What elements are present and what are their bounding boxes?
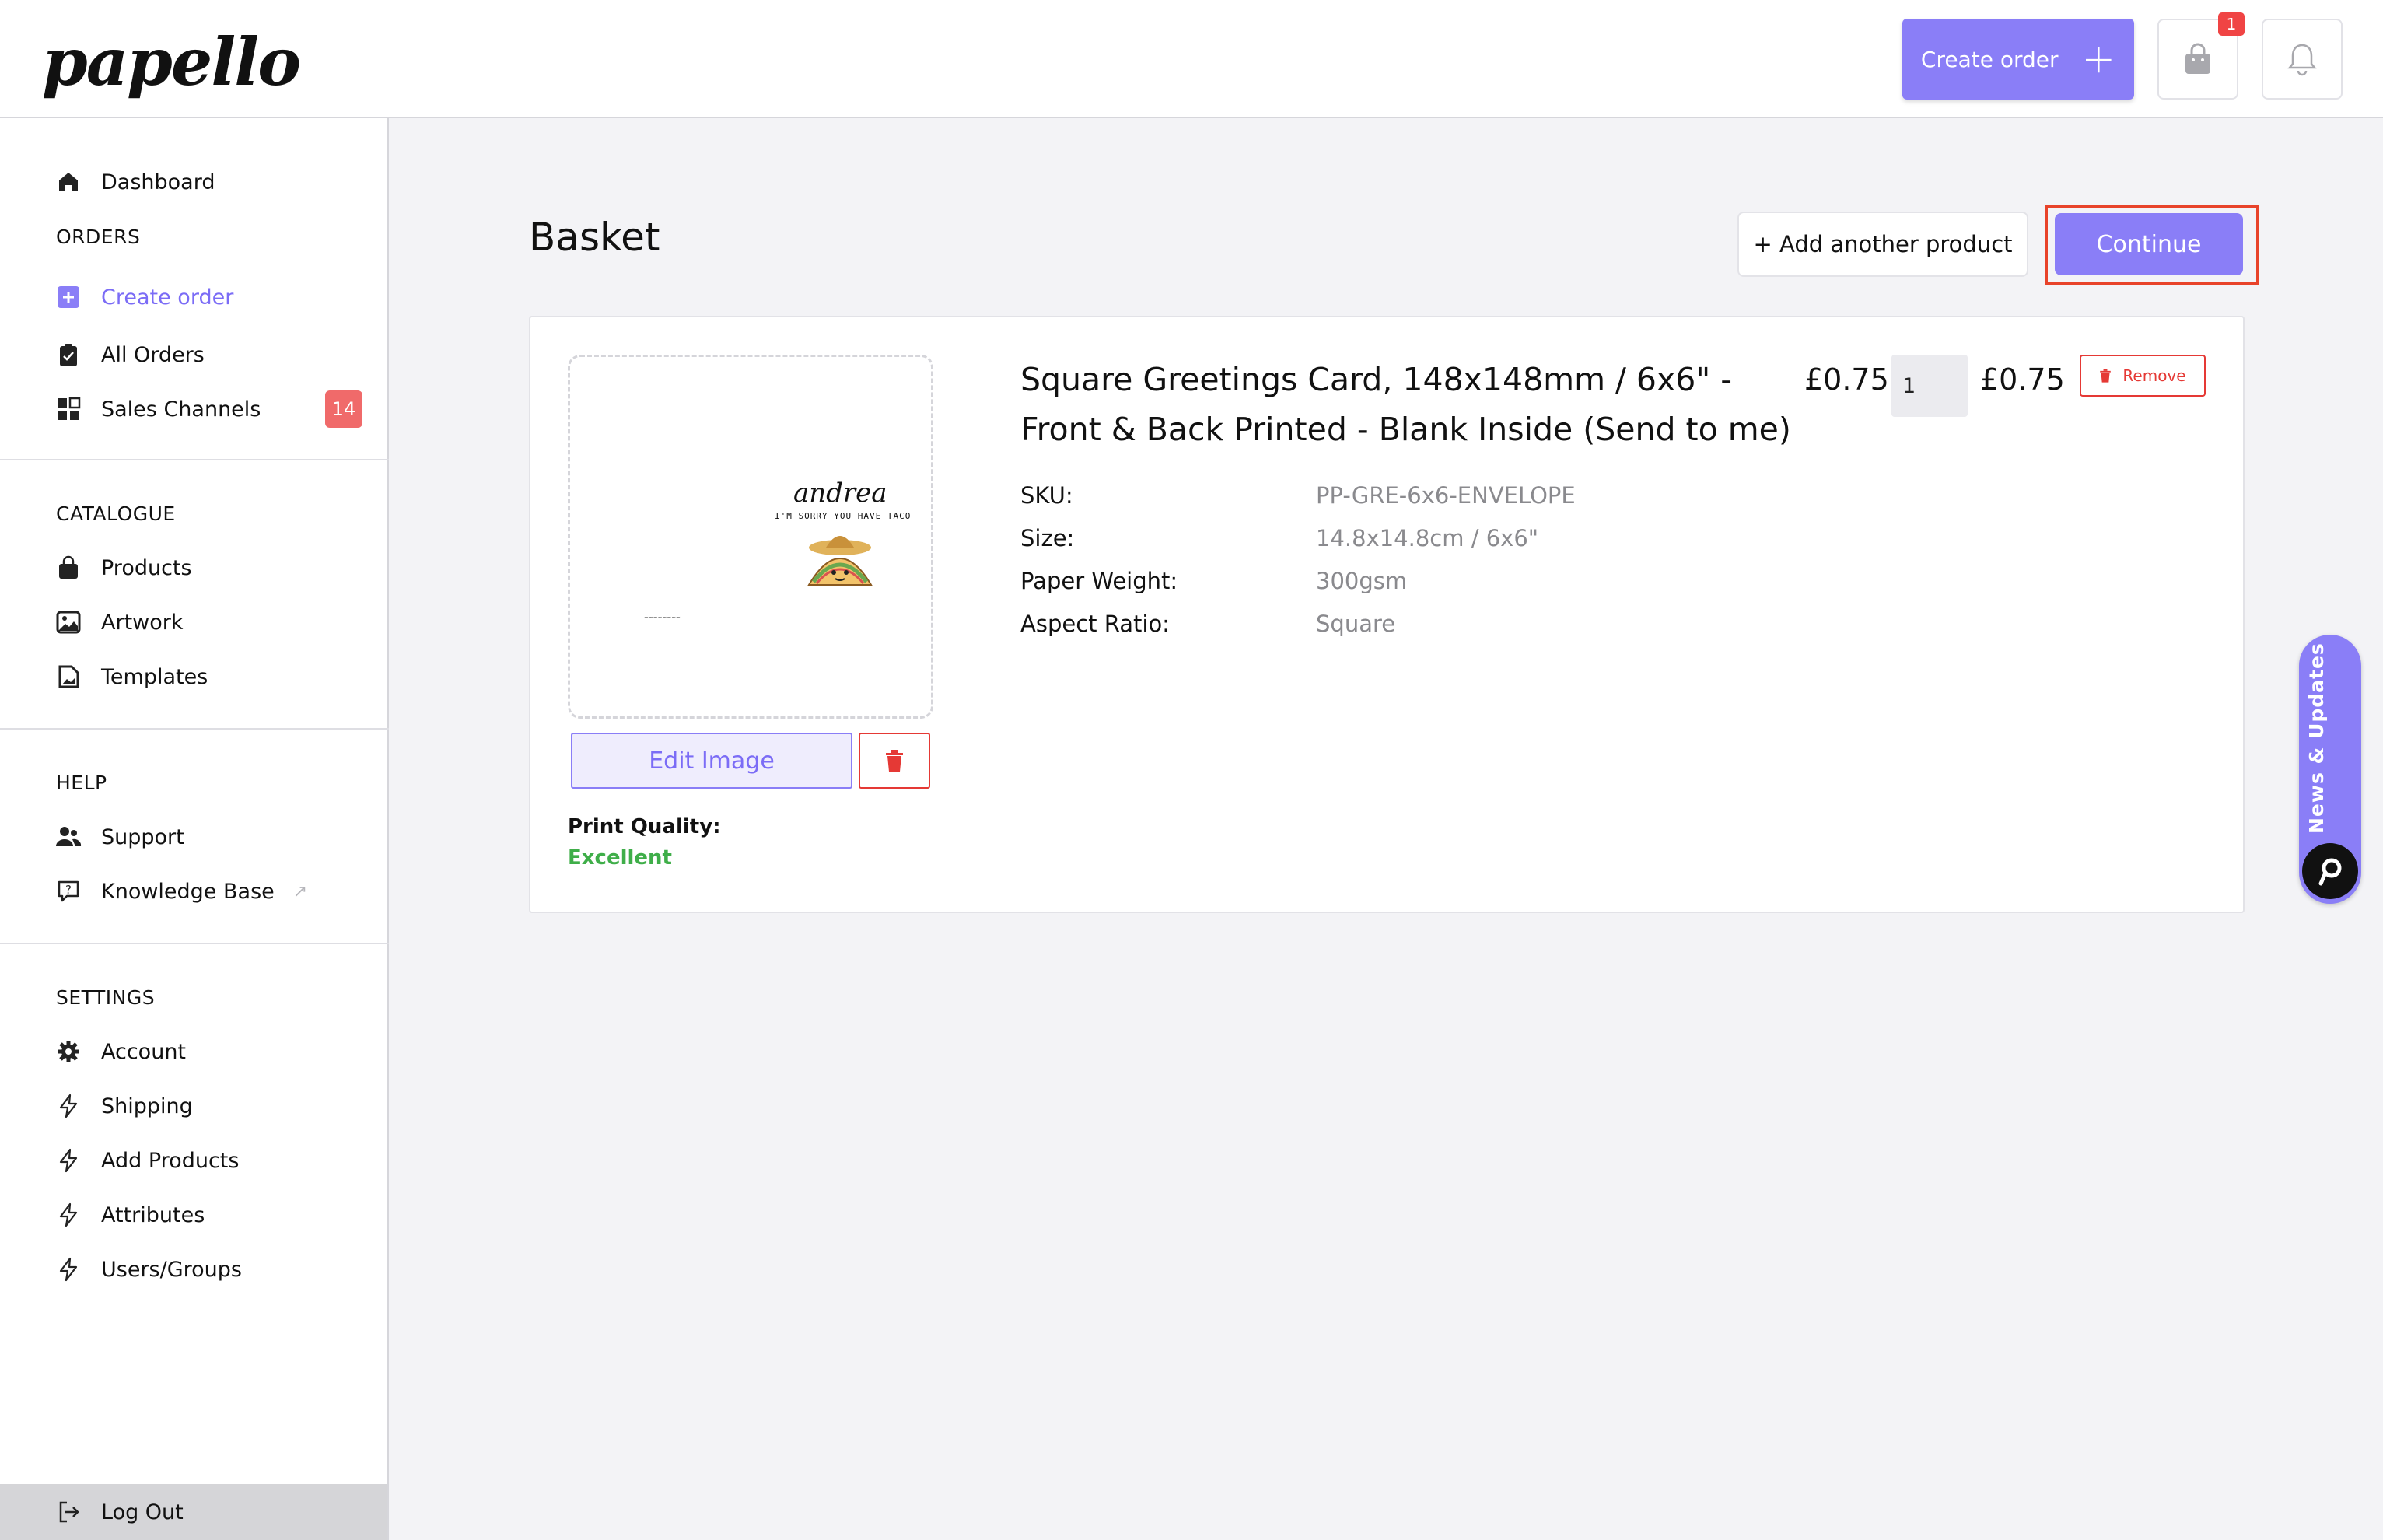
bolt-icon [54, 1255, 82, 1283]
remove-button[interactable]: Remove [2080, 355, 2206, 397]
sidebar-item-products[interactable]: Products [54, 551, 192, 585]
image-icon [54, 608, 82, 636]
plus-square-icon [54, 283, 82, 311]
top-bar: papello Create order + 1 [0, 0, 2383, 118]
shopping-bag-icon [2185, 43, 2210, 74]
external-link-icon: ↗ [292, 881, 308, 901]
papello-mark-icon[interactable] [2302, 843, 2358, 899]
unit-price: £0.75 [1804, 362, 1889, 397]
notifications-button[interactable] [2262, 19, 2343, 100]
sidebar-item-knowledge-base[interactable]: ? Knowledge Base ↗ [54, 874, 307, 908]
sidebar-item-sales-channels[interactable]: Sales Channels [54, 392, 261, 426]
spec-value-aspect-ratio: Square [1316, 611, 1396, 637]
sidebar-item-label: Create order [101, 285, 234, 310]
basket-count-badge: 1 [2218, 12, 2245, 36]
trash-icon [2100, 369, 2112, 383]
sidebar: Dashboard ORDERS Create order All Orders… [0, 118, 389, 1540]
sidebar-item-label: All Orders [101, 342, 205, 367]
sidebar-item-label: Users/Groups [101, 1257, 242, 1282]
sidebar-item-label: Knowledge Base [101, 879, 275, 904]
grid-icon [54, 395, 82, 423]
edit-image-button[interactable]: Edit Image [571, 733, 852, 789]
sidebar-item-shipping[interactable]: Shipping [54, 1089, 193, 1123]
create-order-button[interactable]: Create order + [1902, 19, 2134, 100]
sidebar-item-label: Log Out [101, 1500, 184, 1524]
sidebar-item-label: Attributes [101, 1202, 205, 1227]
sidebar-item-all-orders[interactable]: All Orders [54, 338, 205, 372]
print-quality-label: Print Quality: [568, 815, 721, 838]
logout-icon [54, 1498, 82, 1526]
section-title-settings: SETTINGS [56, 986, 156, 1009]
sidebar-item-support[interactable]: Support [54, 820, 184, 854]
section-title-help: HELP [56, 772, 107, 794]
remove-label: Remove [2122, 366, 2186, 385]
sidebar-item-label: Products [101, 555, 192, 580]
delete-image-button[interactable] [859, 733, 930, 789]
bolt-icon [54, 1146, 82, 1174]
sidebar-item-label: Add Products [101, 1148, 240, 1173]
artwork-name-text: andrea [793, 478, 887, 509]
artwork-tagline-text: I'M SORRY YOU HAVE TACO [775, 511, 912, 521]
sidebar-divider [0, 943, 389, 944]
sidebar-item-dashboard[interactable]: Dashboard [54, 165, 215, 199]
bag-icon [54, 554, 82, 582]
sidebar-item-label: Dashboard [101, 170, 215, 194]
spec-value-paper-weight: 300gsm [1316, 568, 1408, 594]
sidebar-item-account[interactable]: Account [54, 1034, 186, 1069]
spec-label-paper-weight: Paper Weight: [1020, 568, 1178, 594]
sidebar-item-label: Artwork [101, 610, 184, 635]
clipboard-icon [54, 341, 82, 369]
bell-icon [2287, 44, 2317, 76]
papello-logo[interactable]: papello [42, 23, 301, 100]
sidebar-item-label: Account [101, 1039, 187, 1064]
users-icon [54, 823, 82, 851]
total-price: £0.75 [1980, 362, 2065, 397]
sidebar-item-log-out[interactable]: Log Out [54, 1495, 184, 1529]
product-title: Square Greetings Card, 148x148mm / 6x6" … [1020, 361, 1791, 448]
print-quality-value: Excellent [568, 846, 672, 870]
sidebar-item-label: Shipping [101, 1094, 193, 1118]
sidebar-item-add-products[interactable]: Add Products [54, 1143, 239, 1178]
taco-illustration [807, 536, 873, 586]
plus-icon: + [2081, 36, 2116, 82]
bolt-icon [54, 1092, 82, 1120]
sidebar-item-label: Sales Channels [101, 397, 261, 422]
svg-text:?: ? [65, 883, 72, 897]
home-icon [54, 168, 82, 196]
trash-icon [886, 750, 903, 772]
news-updates-label: News & Updates [2305, 642, 2328, 834]
help-bubble-icon: ? [54, 877, 82, 905]
sidebar-item-label: Templates [101, 664, 208, 689]
quantity-input[interactable] [1891, 355, 1968, 417]
continue-button[interactable]: Continue [2055, 213, 2243, 275]
spec-value-size: 14.8x14.8cm / 6x6" [1316, 525, 1539, 551]
file-image-icon [54, 663, 82, 691]
create-order-label: Create order [1920, 46, 2059, 72]
sales-channels-count-badge: 14 [325, 390, 362, 428]
sidebar-item-create-order[interactable]: Create order [54, 280, 233, 314]
artwork-small-print: ~~~~~~~~ [644, 614, 681, 621]
sidebar-item-artwork[interactable]: Artwork [54, 605, 184, 639]
spec-label-aspect-ratio: Aspect Ratio: [1020, 611, 1170, 637]
sidebar-item-attributes[interactable]: Attributes [54, 1198, 205, 1232]
page-title: Basket [529, 215, 660, 260]
bolt-icon [54, 1201, 82, 1229]
sidebar-item-users-groups[interactable]: Users/Groups [54, 1252, 242, 1286]
spec-label-sku: SKU: [1020, 482, 1073, 509]
sidebar-item-templates[interactable]: Templates [54, 660, 208, 694]
add-another-product-button[interactable]: + Add another product [1737, 212, 2028, 277]
section-title-orders: ORDERS [56, 226, 141, 248]
sidebar-divider [0, 728, 389, 730]
sidebar-divider [0, 459, 389, 460]
sidebar-item-label: Support [101, 824, 184, 849]
spec-value-sku: PP-GRE-6x6-ENVELOPE [1316, 482, 1576, 509]
spec-label-size: Size: [1020, 525, 1075, 551]
gear-icon [54, 1038, 82, 1066]
section-title-catalogue: CATALOGUE [56, 502, 176, 525]
